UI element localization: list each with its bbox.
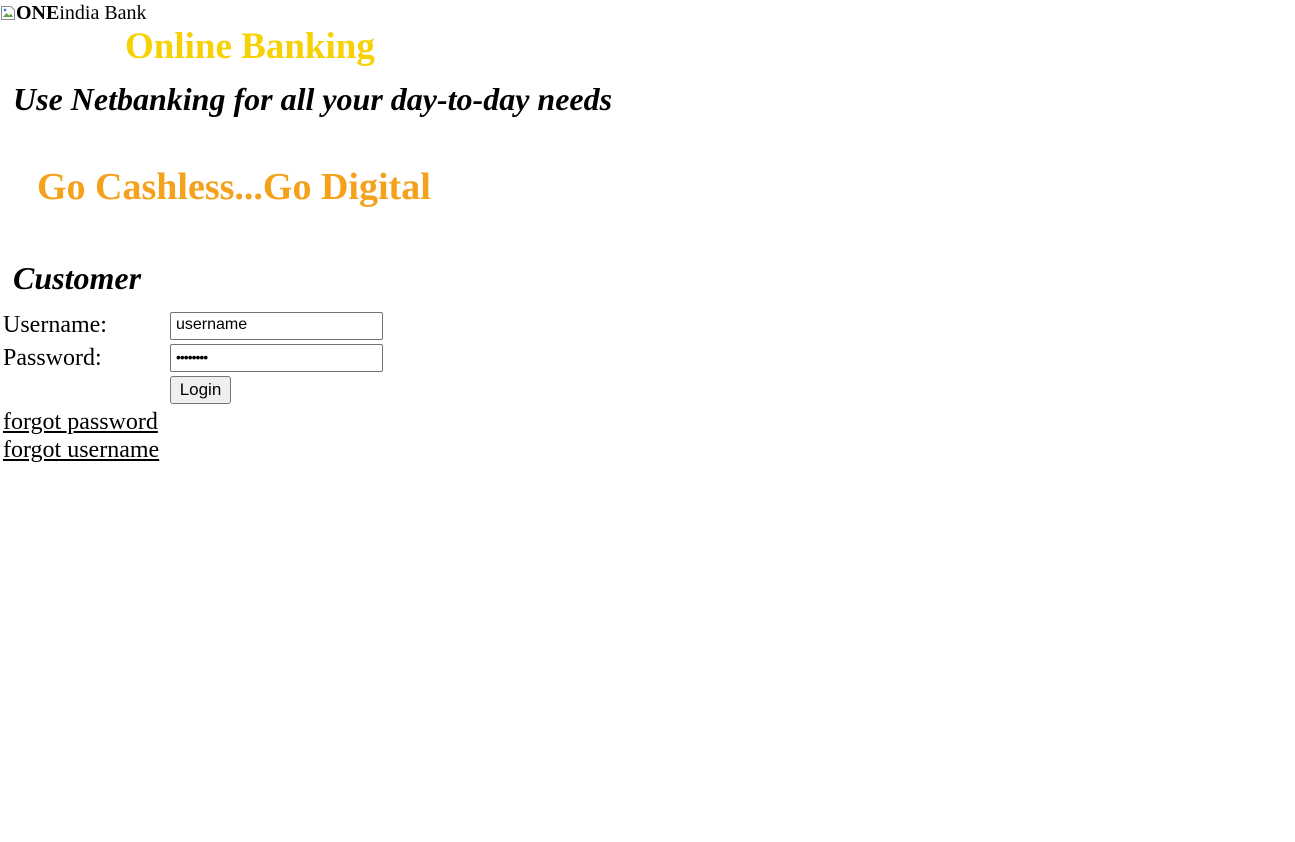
username-field[interactable]: username bbox=[170, 312, 383, 340]
forgot-username-link[interactable]: forgot username bbox=[3, 436, 159, 464]
tagline: Use Netbanking for all your day-to-day n… bbox=[13, 81, 613, 117]
bank-logo: ONEindia Bank bbox=[0, 3, 147, 23]
page-title: Online Banking bbox=[125, 26, 375, 67]
logo-bold-text: ONE bbox=[16, 2, 60, 24]
customer-heading: Customer bbox=[13, 260, 142, 296]
password-label: Password: bbox=[3, 345, 102, 371]
forgot-password-link[interactable]: forgot password bbox=[3, 408, 158, 436]
login-button[interactable]: Login bbox=[170, 376, 231, 404]
logo-text: india Bank bbox=[59, 2, 147, 24]
password-field[interactable]: •••••••• bbox=[170, 344, 383, 372]
username-label: Username: bbox=[3, 312, 107, 338]
login-page: ONEindia Bank Online Banking Use Netbank… bbox=[0, 0, 1295, 842]
broken-image-icon bbox=[0, 5, 16, 21]
promo-banner: Go Cashless...Go Digital bbox=[37, 166, 431, 208]
